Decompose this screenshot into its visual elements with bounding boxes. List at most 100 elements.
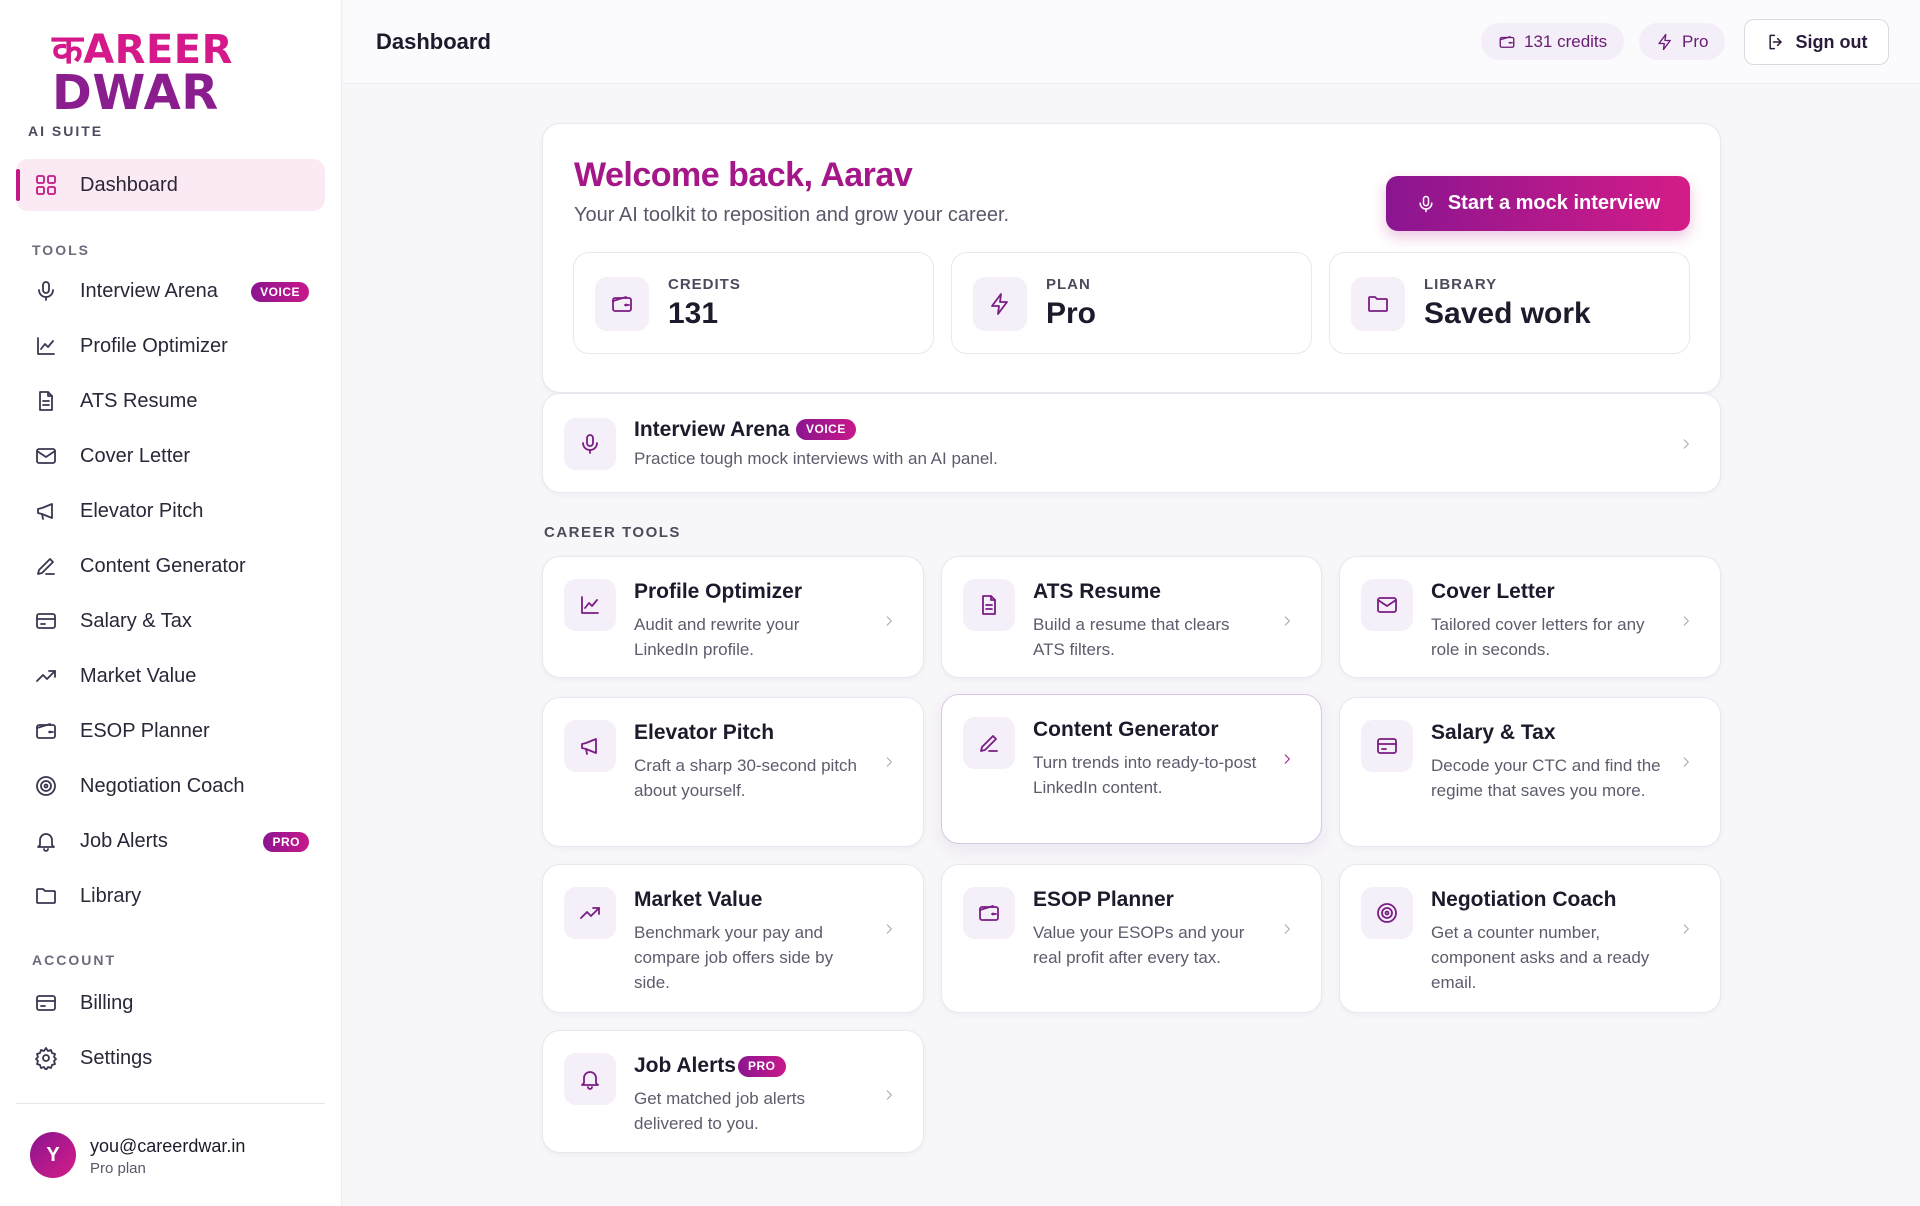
chevron-right-icon <box>1679 437 1693 451</box>
sidebar-item-dashboard[interactable]: Dashboard <box>16 159 325 211</box>
card-title: Job Alerts <box>634 1054 736 1077</box>
plan-pill[interactable]: Pro <box>1639 23 1726 60</box>
stat-value: Saved work <box>1424 297 1591 330</box>
chevron-right-icon <box>882 614 896 628</box>
sidebar-item-label: Elevator Pitch <box>80 499 204 522</box>
voice-badge: VOICE <box>796 419 856 440</box>
credits-pill[interactable]: 131 credits <box>1481 23 1625 60</box>
sidebar-item-settings[interactable]: Settings <box>16 1035 325 1081</box>
card-icon <box>34 609 58 633</box>
voice-badge: VOICE <box>251 282 309 302</box>
card-desc: Craft a sharp 30-second pitch about your… <box>634 756 858 800</box>
tool-card-salary-tax[interactable]: Salary & Tax Decode your CTC and find th… <box>1339 697 1721 847</box>
sidebar-item-profile-optimizer[interactable]: Profile Optimizer <box>16 323 325 369</box>
card-desc: Turn trends into ready-to-post LinkedIn … <box>1033 753 1257 797</box>
pro-badge: PRO <box>263 832 309 852</box>
wallet-icon <box>963 887 1015 939</box>
interview-arena-card[interactable]: Interview Arena VOICE Practice tough moc… <box>542 393 1721 493</box>
tool-card-cover-letter[interactable]: Cover Letter Tailored cover letters for … <box>1339 556 1721 678</box>
tool-card-ats-resume[interactable]: ATS Resume Build a resume that clears AT… <box>941 556 1322 678</box>
sidebar-item-job-alerts[interactable]: Job Alerts PRO <box>16 818 325 864</box>
mic-icon <box>34 279 58 303</box>
sidebar-item-salary-tax[interactable]: Salary & Tax <box>16 598 325 644</box>
card-desc: Decode your CTC and find the regime that… <box>1431 756 1661 800</box>
megaphone-icon <box>564 720 616 772</box>
welcome-card: Welcome back, Aarav Your AI toolkit to r… <box>542 123 1721 393</box>
card-title: Negotiation Coach <box>1431 888 1617 911</box>
card-title: ATS Resume <box>1033 580 1161 603</box>
sidebar-item-label: Job Alerts <box>80 829 168 852</box>
chart-icon <box>564 579 616 631</box>
sidebar-item-interview-arena[interactable]: Interview Arena VOICE <box>16 268 325 314</box>
card-desc: Audit and rewrite your LinkedIn profile. <box>634 615 800 659</box>
card-icon <box>34 991 58 1015</box>
sign-out-button[interactable]: Sign out <box>1744 19 1889 65</box>
tool-card-content-generator[interactable]: Content Generator Turn trends into ready… <box>941 694 1322 844</box>
chevron-right-icon <box>1280 614 1294 628</box>
avatar[interactable]: Y <box>30 1132 76 1178</box>
sidebar-item-content-generator[interactable]: Content Generator <box>16 543 325 589</box>
mic-icon <box>1416 194 1436 214</box>
sidebar-item-elevator-pitch[interactable]: Elevator Pitch <box>16 488 325 534</box>
sidebar-item-label: Dashboard <box>80 173 178 196</box>
sidebar-item-ats-resume[interactable]: ATS Resume <box>16 378 325 424</box>
chevron-right-icon <box>1679 614 1693 628</box>
tool-card-elevator-pitch[interactable]: Elevator Pitch Craft a sharp 30-second p… <box>542 697 924 847</box>
tool-card-esop-planner[interactable]: ESOP Planner Value your ESOPs and your r… <box>941 864 1322 1013</box>
chevron-right-icon <box>1679 755 1693 769</box>
cta-label: Start a mock interview <box>1447 192 1661 214</box>
sidebar-item-billing[interactable]: Billing <box>16 980 325 1026</box>
card-title: Content Generator <box>1033 718 1219 741</box>
target-icon <box>34 774 58 798</box>
top-bar: Dashboard 131 credits Pro Sign out <box>343 0 1920 84</box>
sidebar-item-negotiation-coach[interactable]: Negotiation Coach <box>16 763 325 809</box>
file-icon <box>34 389 58 413</box>
card-desc: Get a counter number, component asks and… <box>1431 923 1650 992</box>
sidebar-item-label: Salary & Tax <box>80 609 192 632</box>
sidebar-item-market-value[interactable]: Market Value <box>16 653 325 699</box>
card-title: Profile Optimizer <box>634 580 803 603</box>
card-title: Elevator Pitch <box>634 721 775 744</box>
trending-icon <box>564 887 616 939</box>
mic-icon <box>564 418 616 470</box>
sidebar-item-label: Cover Letter <box>80 444 191 467</box>
plan-label: Pro <box>1682 31 1709 51</box>
folder-icon <box>34 884 58 908</box>
tool-card-market-value[interactable]: Market Value Benchmark your pay and comp… <box>542 864 924 1013</box>
career-tools-title: CAREER TOOLS <box>544 524 681 541</box>
folder-icon <box>1351 277 1405 331</box>
bolt-icon <box>973 277 1027 331</box>
sidebar-item-esop-planner[interactable]: ESOP Planner <box>16 708 325 754</box>
chevron-right-icon <box>882 922 896 936</box>
stat-label: PLAN <box>1046 276 1091 293</box>
target-icon <box>1361 887 1413 939</box>
card-desc: Benchmark your pay and compare job offer… <box>634 923 834 992</box>
card-desc: Tailored cover letters for any role in s… <box>1431 615 1645 659</box>
card-desc: Get matched job alerts delivered to you. <box>634 1089 806 1133</box>
credits-label: 131 credits <box>1524 31 1608 51</box>
sidebar-item-cover-letter[interactable]: Cover Letter <box>16 433 325 479</box>
user-email: you@careerdwar.in <box>90 1136 246 1156</box>
logo-line-2: DWAR <box>52 65 219 121</box>
stat-label: CREDITS <box>668 276 741 293</box>
mail-icon <box>34 444 58 468</box>
user-plan: Pro plan <box>90 1160 146 1177</box>
sidebar-item-label: Content Generator <box>80 554 246 577</box>
tool-card-job-alerts[interactable]: Job Alerts PRO Get matched job alerts de… <box>542 1030 924 1153</box>
stat-plan: PLAN Pro <box>951 252 1312 354</box>
stat-credits: CREDITS 131 <box>573 252 934 354</box>
sidebar-item-library[interactable]: Library <box>16 873 325 919</box>
welcome-subtitle: Your AI toolkit to reposition and grow y… <box>574 204 1010 226</box>
card-desc: Build a resume that clears ATS filters. <box>1033 615 1230 659</box>
stat-library[interactable]: LIBRARY Saved work <box>1329 252 1690 354</box>
brand-logo[interactable]: कAREER DWAR <box>52 30 232 121</box>
tool-card-negotiation-coach[interactable]: Negotiation Coach Get a counter number, … <box>1339 864 1721 1013</box>
account-section-title: ACCOUNT <box>32 952 116 968</box>
sidebar-item-label: Billing <box>80 991 134 1014</box>
sidebar: कAREER DWAR AI SUITE Dashboard TOOLS Int… <box>0 0 342 1206</box>
tool-card-profile-optimizer[interactable]: Profile Optimizer Audit and rewrite your… <box>542 556 924 678</box>
grid-icon <box>34 173 58 197</box>
start-mock-interview-button[interactable]: Start a mock interview <box>1386 176 1690 231</box>
bolt-icon <box>1656 33 1674 51</box>
chevron-right-icon <box>1280 922 1294 936</box>
